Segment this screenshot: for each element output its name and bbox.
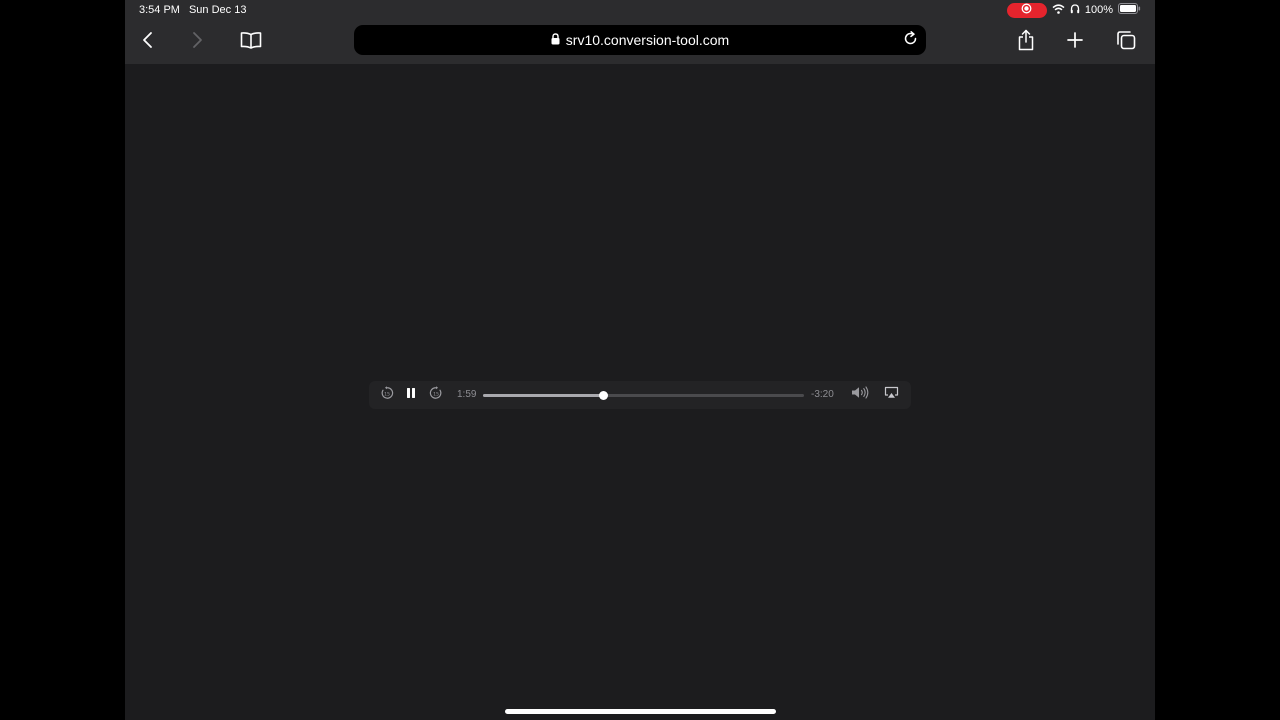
volume-icon — [851, 386, 869, 404]
screen-recording-indicator[interactable] — [1006, 2, 1047, 18]
status-left: 3:54 PM Sun Dec 13 — [139, 4, 246, 16]
airplay-icon — [884, 386, 899, 404]
tabs-button[interactable] — [1111, 27, 1141, 57]
bookmarks-icon — [240, 31, 262, 54]
skip-forward-button[interactable]: 15 — [427, 385, 445, 405]
remaining-time: -3:20 — [811, 389, 834, 400]
address-bar[interactable]: srv10.conversion-tool.com — [354, 25, 926, 55]
skip-forward-15-icon: 15 — [429, 385, 443, 405]
back-icon — [141, 31, 155, 54]
tabs-icon — [1116, 30, 1136, 55]
new-tab-button[interactable] — [1060, 27, 1090, 57]
volume-button[interactable] — [850, 386, 870, 404]
status-time: 3:54 PM — [139, 4, 180, 16]
plus-icon — [1067, 31, 1083, 53]
wifi-icon — [1052, 3, 1065, 17]
progress-track[interactable] — [483, 391, 804, 400]
lock-icon — [551, 32, 560, 48]
airplay-button[interactable] — [882, 386, 900, 404]
reload-button[interactable] — [900, 30, 920, 50]
skip-back-15-icon: 15 — [380, 385, 394, 405]
forward-icon — [190, 31, 204, 54]
status-date: Sun Dec 13 — [188, 4, 247, 16]
pause-icon — [405, 386, 417, 404]
home-indicator[interactable] — [505, 709, 776, 714]
forward-button[interactable] — [182, 27, 212, 57]
headphones-icon — [1070, 3, 1080, 17]
battery-icon — [1118, 3, 1141, 17]
status-bar: 3:54 PM Sun Dec 13 100% — [125, 0, 1155, 20]
progress-thumb[interactable] — [599, 391, 609, 400]
safari-toolbar: srv10.conversion-tool.com — [125, 20, 1155, 64]
svg-text:15: 15 — [384, 391, 390, 397]
back-button[interactable] — [133, 27, 163, 57]
record-icon — [1021, 3, 1032, 17]
battery-percent: 100% — [1084, 4, 1113, 16]
bookmarks-button[interactable] — [236, 27, 266, 57]
skip-back-button[interactable]: 15 — [378, 385, 396, 405]
share-icon — [1017, 29, 1035, 56]
status-right: 100% — [1006, 2, 1141, 18]
audio-player: 15 15 1:59 -3:20 — [369, 381, 911, 409]
pause-button[interactable] — [402, 386, 420, 404]
share-button[interactable] — [1011, 27, 1041, 57]
ipad-screen: 3:54 PM Sun Dec 13 100% srv10.conversion… — [125, 0, 1155, 720]
progress-fill — [483, 394, 604, 397]
elapsed-time: 1:59 — [457, 389, 477, 400]
url-text: srv10.conversion-tool.com — [565, 32, 730, 48]
svg-text:15: 15 — [433, 391, 439, 397]
reload-icon — [903, 31, 918, 49]
